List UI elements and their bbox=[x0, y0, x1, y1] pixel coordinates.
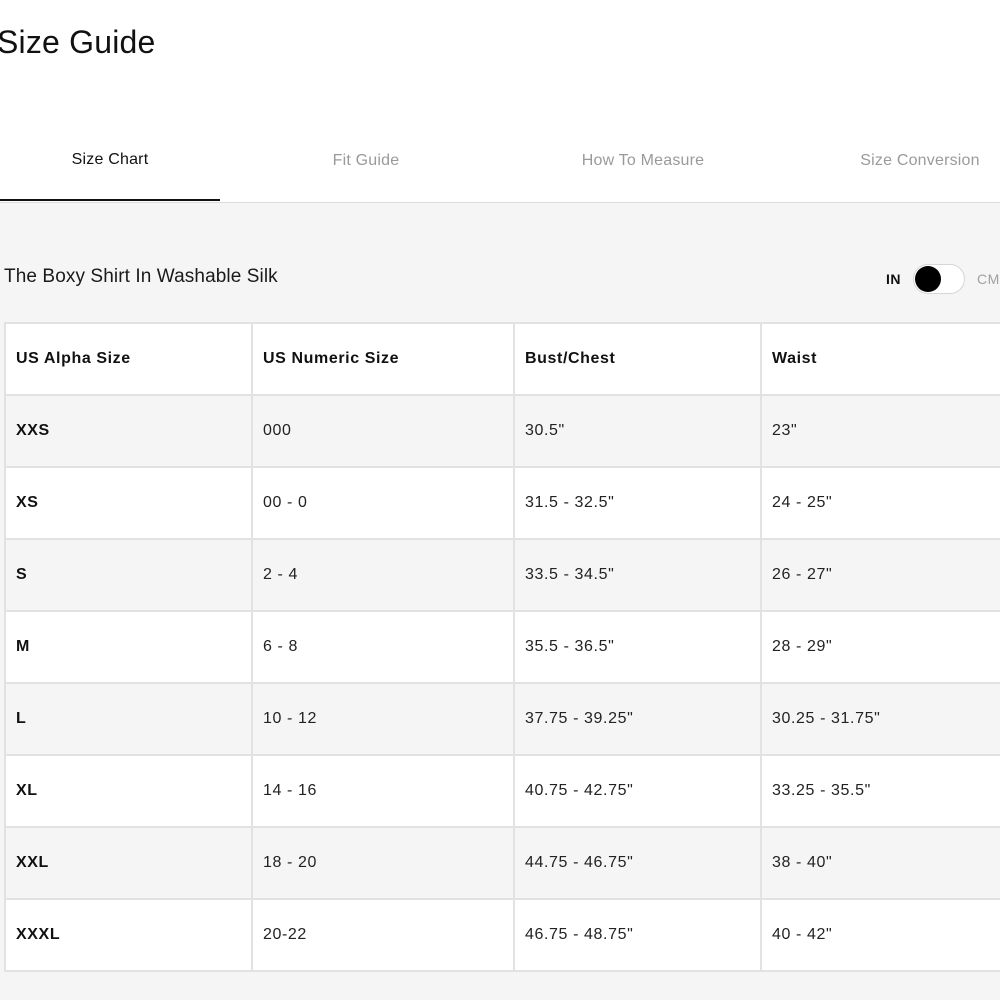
bust-cell: 31.5 - 32.5" bbox=[513, 466, 762, 540]
waist-cell: 30.25 - 31.75" bbox=[760, 682, 1000, 756]
numeric-size-cell: 00 - 0 bbox=[251, 466, 515, 540]
unit-label-in[interactable]: IN bbox=[886, 271, 901, 287]
alpha-size-cell: M bbox=[4, 610, 253, 684]
alpha-size-cell: L bbox=[4, 682, 253, 756]
table-row: M 6 - 8 35.5 - 36.5" 28 - 29" bbox=[4, 610, 1000, 684]
tab-fit-guide[interactable]: Fit Guide bbox=[256, 120, 476, 201]
column-header: US Numeric Size bbox=[251, 322, 515, 396]
toggle-knob bbox=[915, 266, 941, 292]
numeric-size-cell: 2 - 4 bbox=[251, 538, 515, 612]
bust-cell: 44.75 - 46.75" bbox=[513, 826, 762, 900]
unit-label-cm[interactable]: CM bbox=[977, 271, 1000, 287]
product-name: The Boxy Shirt In Washable Silk bbox=[4, 266, 278, 287]
unit-switcher: IN CM bbox=[886, 262, 1000, 296]
waist-cell: 38 - 40" bbox=[760, 826, 1000, 900]
unit-toggle[interactable] bbox=[913, 264, 965, 294]
table-row: S 2 - 4 33.5 - 34.5" 26 - 27" bbox=[4, 538, 1000, 612]
table-row: XXXL 20-22 46.75 - 48.75" 40 - 42" bbox=[4, 898, 1000, 972]
numeric-size-cell: 6 - 8 bbox=[251, 610, 515, 684]
alpha-size-cell: XS bbox=[4, 466, 253, 540]
alpha-size-cell: XL bbox=[4, 754, 253, 828]
tab-bar: Size Chart Fit Guide How To Measure Size… bbox=[0, 120, 1000, 203]
column-header: US Alpha Size bbox=[4, 322, 253, 396]
bust-cell: 46.75 - 48.75" bbox=[513, 898, 762, 972]
tab-how-to-measure[interactable]: How To Measure bbox=[533, 120, 753, 201]
alpha-size-cell: XXL bbox=[4, 826, 253, 900]
table-row: XL 14 - 16 40.75 - 42.75" 33.25 - 35.5" bbox=[4, 754, 1000, 828]
tab-label: Fit Guide bbox=[332, 151, 400, 169]
numeric-size-cell: 000 bbox=[251, 394, 515, 468]
bust-cell: 30.5" bbox=[513, 394, 762, 468]
size-table: US Alpha Size US Numeric Size Bust/Chest… bbox=[4, 322, 1000, 972]
bust-cell: 40.75 - 42.75" bbox=[513, 754, 762, 828]
bust-cell: 35.5 - 36.5" bbox=[513, 610, 762, 684]
bust-cell: 33.5 - 34.5" bbox=[513, 538, 762, 612]
waist-cell: 23" bbox=[760, 394, 1000, 468]
table-row: L 10 - 12 37.75 - 39.25" 30.25 - 31.75" bbox=[4, 682, 1000, 756]
table-row: XS 00 - 0 31.5 - 32.5" 24 - 25" bbox=[4, 466, 1000, 540]
tab-size-chart[interactable]: Size Chart bbox=[0, 120, 220, 201]
tab-label: Size Chart bbox=[71, 150, 149, 168]
tab-label: Size Conversion bbox=[860, 151, 980, 169]
page-title: Size Guide bbox=[0, 24, 156, 60]
numeric-size-cell: 18 - 20 bbox=[251, 826, 515, 900]
column-header: Bust/Chest bbox=[513, 322, 762, 396]
tab-label: How To Measure bbox=[581, 151, 705, 169]
table-header-row: US Alpha Size US Numeric Size Bust/Chest… bbox=[4, 322, 1000, 396]
alpha-size-cell: XXXL bbox=[4, 898, 253, 972]
waist-cell: 26 - 27" bbox=[760, 538, 1000, 612]
waist-cell: 40 - 42" bbox=[760, 898, 1000, 972]
waist-cell: 33.25 - 35.5" bbox=[760, 754, 1000, 828]
alpha-size-cell: S bbox=[4, 538, 253, 612]
table-row: XXL 18 - 20 44.75 - 46.75" 38 - 40" bbox=[4, 826, 1000, 900]
waist-cell: 24 - 25" bbox=[760, 466, 1000, 540]
numeric-size-cell: 10 - 12 bbox=[251, 682, 515, 756]
column-header: Waist bbox=[760, 322, 1000, 396]
tab-size-conversion[interactable]: Size Conversion bbox=[810, 120, 1000, 201]
bust-cell: 37.75 - 39.25" bbox=[513, 682, 762, 756]
numeric-size-cell: 20-22 bbox=[251, 898, 515, 972]
size-guide-page: Size Guide Size Chart Fit Guide How To M… bbox=[0, 0, 1000, 1000]
alpha-size-cell: XXS bbox=[4, 394, 253, 468]
table-row: XXS 000 30.5" 23" bbox=[4, 394, 1000, 468]
waist-cell: 28 - 29" bbox=[760, 610, 1000, 684]
numeric-size-cell: 14 - 16 bbox=[251, 754, 515, 828]
size-chart-panel: The Boxy Shirt In Washable Silk IN CM US… bbox=[0, 203, 1000, 1000]
